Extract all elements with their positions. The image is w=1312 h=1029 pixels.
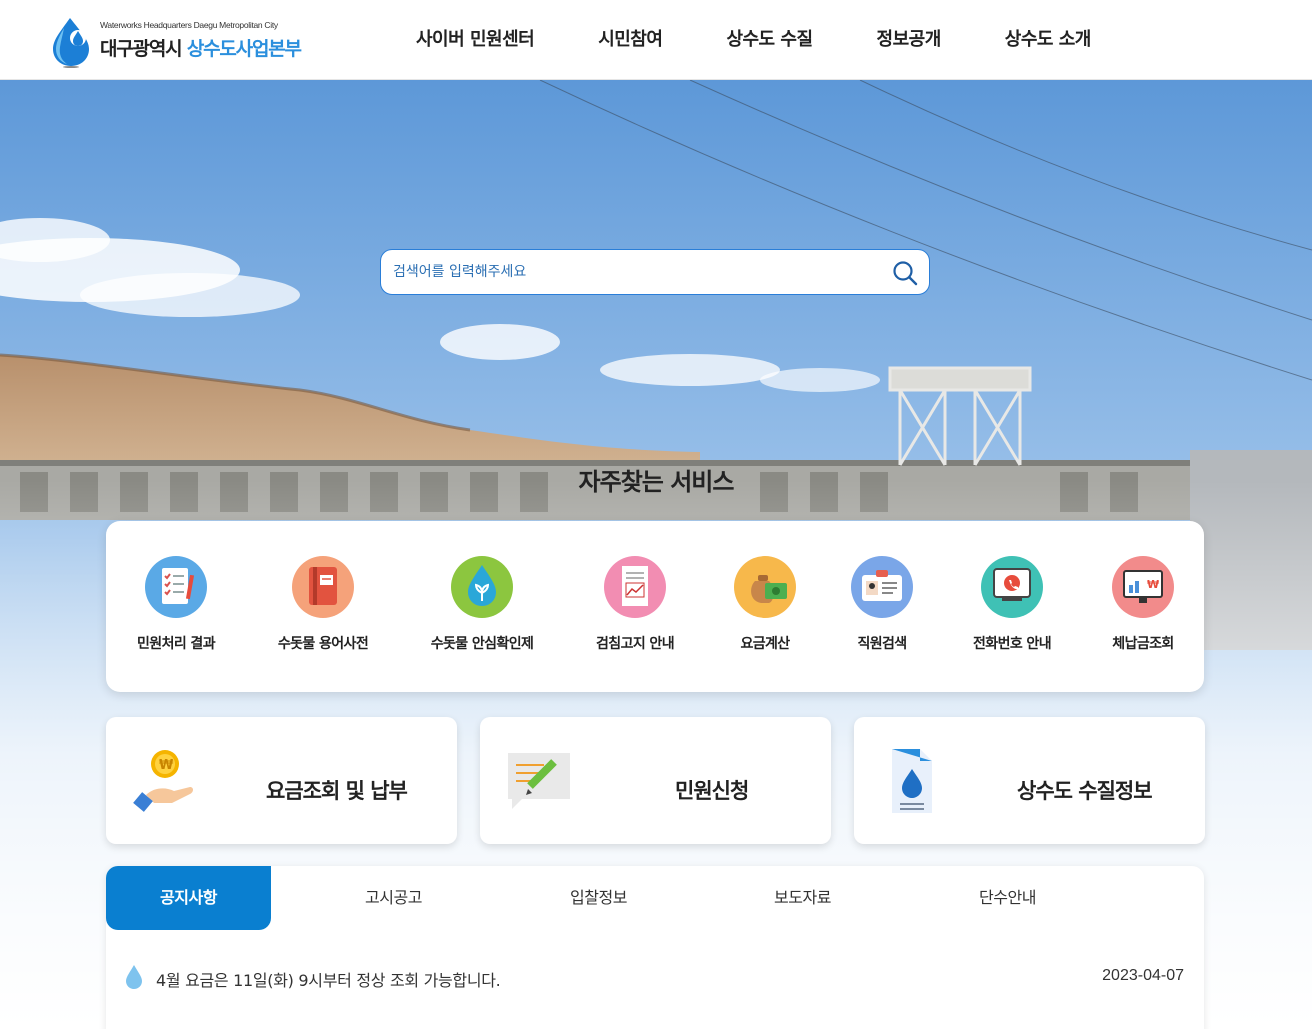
card-civil-request[interactable]: 민원신청 bbox=[480, 717, 831, 844]
fav-item-safe-water[interactable]: 수돗물 안심확인제 bbox=[412, 555, 552, 653]
checklist-icon bbox=[145, 556, 207, 618]
nav-item-cyber-civil[interactable]: 사이버 민원센터 bbox=[384, 0, 566, 80]
fav-item-arrears[interactable]: ₩ 체납금조회 bbox=[1073, 555, 1213, 653]
water-drop-icon bbox=[126, 965, 142, 989]
search-bar bbox=[380, 249, 930, 295]
water-report-icon bbox=[892, 749, 932, 813]
svg-text:₩: ₩ bbox=[1147, 578, 1159, 591]
fav-item-staff-search[interactable]: 직원검색 bbox=[812, 555, 952, 653]
nav-item-water-quality[interactable]: 상수도 수질 bbox=[694, 0, 844, 80]
tab-bid-info[interactable]: 입찰정보 bbox=[516, 866, 681, 930]
logo-english-text: Waterworks Headquarters Daegu Metropolit… bbox=[100, 20, 278, 30]
tab-notice[interactable]: 공지사항 bbox=[106, 866, 271, 930]
nav-item-about[interactable]: 상수도 소개 bbox=[973, 0, 1123, 80]
fav-label: 전화번호 안내 bbox=[973, 636, 1052, 652]
hero-section: 자주찾는 서비스 민원처리 결과 수돗물 용어사전 bbox=[0, 80, 1312, 1029]
search-input[interactable] bbox=[393, 250, 883, 294]
card-label: 상수도 수질정보 bbox=[1017, 779, 1153, 803]
logo-korean-city: 대구광역시 bbox=[100, 38, 183, 60]
svg-text:₩: ₩ bbox=[159, 758, 174, 773]
notice-date: 2023-04-07 bbox=[1102, 967, 1184, 984]
fav-item-glossary[interactable]: 수돗물 용어사전 bbox=[253, 555, 393, 653]
notice-row[interactable]: 4월 요금은 11일(화) 9시부터 정상 조회 가능합니다. 2023-04-… bbox=[124, 962, 1186, 994]
fav-item-phone-directory[interactable]: 전화번호 안내 bbox=[942, 555, 1082, 653]
logo-korean-org: 상수도사업본부 bbox=[186, 38, 302, 60]
nav-item-disclosure[interactable]: 정보공개 bbox=[845, 0, 973, 80]
notice-title: 4월 요금은 11일(화) 9시부터 정상 조회 가능합니다. bbox=[156, 971, 501, 990]
coin-hand-icon: ₩ bbox=[133, 750, 193, 812]
water-drop-icon bbox=[451, 556, 513, 618]
tab-water-outage[interactable]: 단수안내 bbox=[925, 866, 1090, 930]
fav-label: 수돗물 용어사전 bbox=[277, 636, 369, 652]
bill-chart-icon: ₩ bbox=[1112, 556, 1174, 618]
fav-label: 민원처리 결과 bbox=[137, 636, 216, 652]
card-label: 요금조회 및 납부 bbox=[266, 779, 408, 803]
fav-item-meter-notice[interactable]: 검침고지 안내 bbox=[565, 555, 705, 653]
tab-press-release[interactable]: 보도자료 bbox=[720, 866, 885, 930]
money-bag-icon bbox=[734, 556, 796, 618]
fav-item-complaint-result[interactable]: 민원처리 결과 bbox=[106, 555, 246, 653]
fav-label: 체납금조회 bbox=[1112, 636, 1174, 652]
notice-board: 공지사항 고시공고 입찰정보 보도자료 단수안내 4월 요금은 11일(화) 9… bbox=[106, 866, 1204, 1029]
tab-announcement[interactable]: 고시공고 bbox=[311, 866, 476, 930]
fav-label: 검침고지 안내 bbox=[596, 636, 675, 652]
water-drop-logo-icon bbox=[53, 18, 89, 68]
card-label: 민원신청 bbox=[675, 779, 749, 803]
fav-label: 수돗물 안심확인제 bbox=[430, 636, 534, 652]
nav-item-participation[interactable]: 시민참여 bbox=[566, 0, 694, 80]
main-nav: 사이버 민원센터 시민참여 상수도 수질 정보공개 상수도 소개 bbox=[384, 0, 1123, 80]
memo-pencil-icon bbox=[508, 753, 570, 809]
card-water-quality[interactable]: 상수도 수질정보 bbox=[854, 717, 1205, 844]
search-icon[interactable] bbox=[891, 259, 919, 287]
card-fee-payment[interactable]: ₩ 요금조회 및 납부 bbox=[106, 717, 457, 844]
phone-icon bbox=[981, 556, 1043, 618]
site-header: Waterworks Headquarters Daegu Metropolit… bbox=[0, 0, 1312, 80]
id-card-icon bbox=[851, 556, 913, 618]
site-logo[interactable]: Waterworks Headquarters Daegu Metropolit… bbox=[50, 14, 320, 76]
book-icon bbox=[292, 556, 354, 618]
logo-korean-text: 대구광역시 상수도사업본부 bbox=[100, 34, 302, 61]
favorites-panel: 민원처리 결과 수돗물 용어사전 수돗물 안심확인제 검침고지 안내 요금계산 … bbox=[106, 521, 1204, 692]
fav-label: 직원검색 bbox=[857, 636, 907, 652]
receipt-icon bbox=[604, 556, 666, 618]
favorites-title: 자주찾는 서비스 bbox=[578, 468, 735, 496]
